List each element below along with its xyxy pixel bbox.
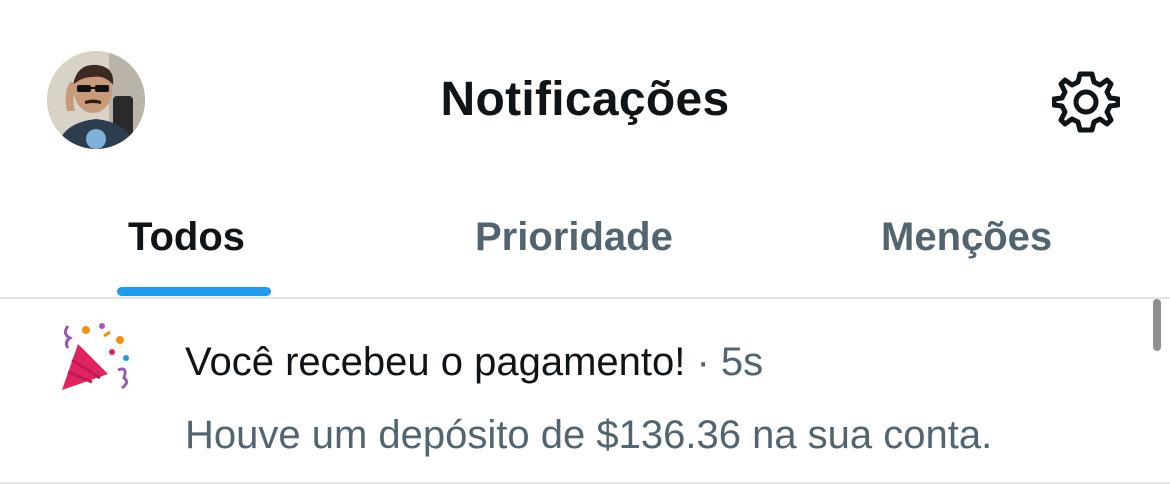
tab-todos[interactable]: Todos [0,190,390,298]
settings-button[interactable] [1051,68,1121,136]
tab-bar: Todos Prioridade Menções [0,190,1170,298]
notification-title-text: Você recebeu o pagamento! [185,340,686,384]
tab-mencoes[interactable]: Menções [780,190,1170,298]
notification-item[interactable]: Você recebeu o pagamento! · 5s Houve um … [0,299,1170,484]
gear-icon [1051,71,1121,133]
active-tab-indicator [117,287,271,296]
tab-prioridade[interactable]: Prioridade [390,190,780,298]
notification-separator: · [685,340,721,384]
notification-time: 5s [720,340,764,384]
notification-title: Você recebeu o pagamento! · 5s [185,337,763,387]
tab-label: Prioridade [475,215,673,259]
scrollbar[interactable] [1153,299,1161,351]
page-title: Notificações [440,73,730,126]
party-popper-icon [58,322,138,394]
notification-body: Houve um depósito de $136.36 na sua cont… [185,413,993,457]
top-bar: Notificações [0,0,1170,190]
tab-label: Todos [128,215,246,259]
tab-label: Menções [881,215,1053,259]
